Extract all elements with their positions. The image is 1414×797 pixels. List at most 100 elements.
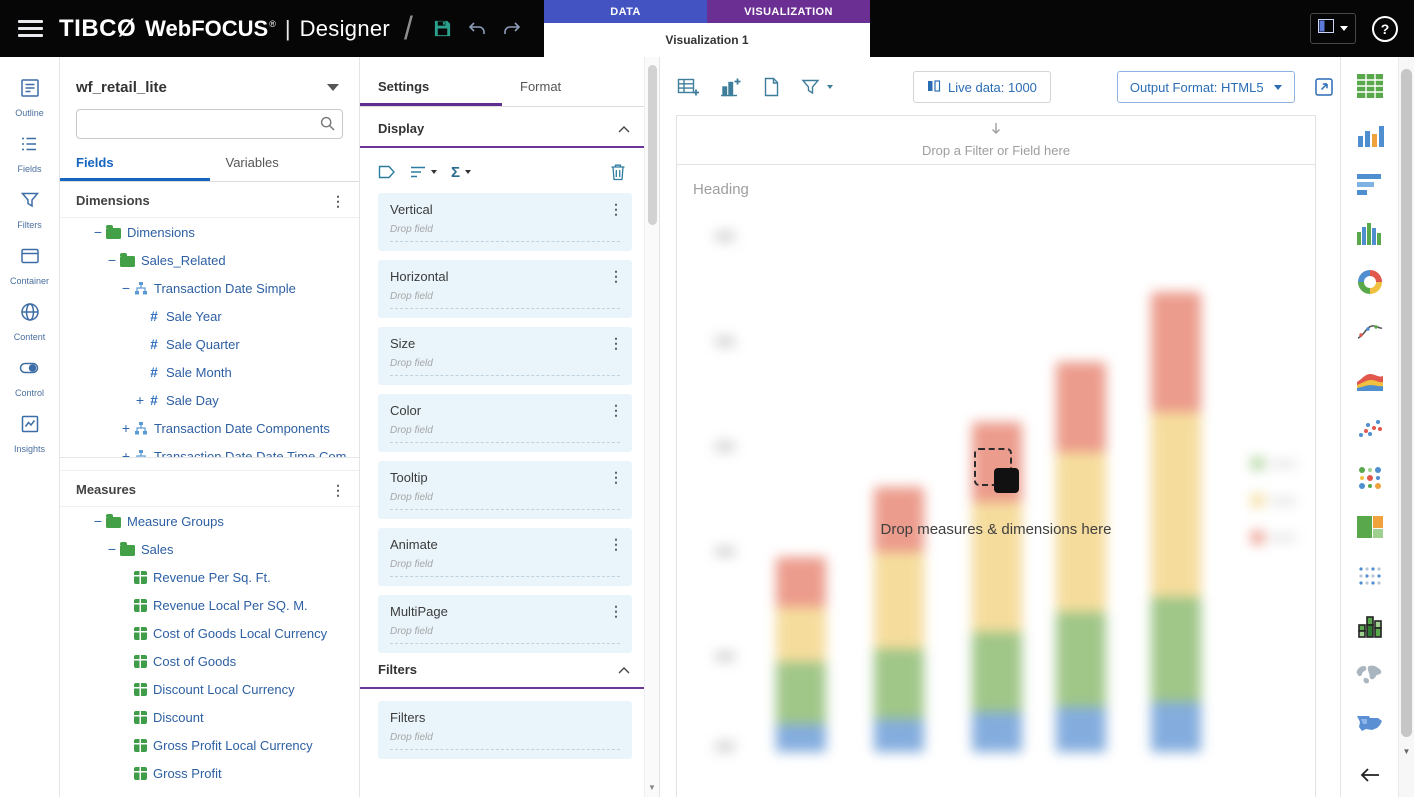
sidebar-item-insights[interactable]: Insights [14,413,45,454]
filter-dropdown-icon[interactable] [800,77,833,97]
hamburger-menu-icon[interactable] [18,16,43,41]
sidebar-item-control[interactable]: Control [15,357,44,398]
save-icon[interactable] [433,19,452,38]
tab-visualization[interactable]: VISUALIZATION [707,0,870,23]
tree-toggle[interactable]: + [118,420,134,436]
tree-toggle[interactable]: − [104,541,120,557]
sidebar-item-outline[interactable]: Outline [15,77,44,118]
bucket-horizontal[interactable]: Horizontal Drop field [378,260,632,318]
live-data-button[interactable]: Live data: 1000 [913,71,1051,103]
tree-toggle[interactable]: + [118,448,134,458]
tree-toggle[interactable]: − [90,513,106,529]
data-labels-icon[interactable] [378,164,396,180]
bucket-vertical[interactable]: Vertical Drop field [378,193,632,251]
tree-toggle[interactable]: + [132,392,148,408]
expand-icon[interactable] [1313,76,1335,98]
kebab-menu-icon[interactable] [609,537,623,551]
chart-type-column-icon[interactable] [1356,120,1384,150]
filter-drop-zone[interactable]: Drop a Filter or Field here [676,115,1316,165]
tree-item[interactable]: Discount [60,703,359,731]
chart-type-scatter-icon[interactable] [1357,414,1383,444]
chart-type-histogram-icon[interactable] [1356,218,1384,248]
chart-type-line-icon[interactable] [1356,316,1384,346]
chart-type-bubble-matrix-icon[interactable] [1357,463,1383,493]
aggregation-dropdown[interactable]: Σ [451,164,471,181]
bucket-drop-zone[interactable]: Drop field [390,492,620,510]
kebab-menu-icon[interactable] [331,194,345,208]
scrollbar-thumb[interactable] [648,65,657,225]
bucket-multipage[interactable]: MultiPage Drop field [378,595,632,653]
chart-type-donut-icon[interactable] [1358,267,1382,297]
bucket-color[interactable]: Color Drop field [378,394,632,452]
tree-item[interactable]: −Dimensions [60,218,359,246]
dataset-dropdown-caret[interactable] [327,84,339,91]
sidebar-item-content[interactable]: Content [14,301,46,342]
chart-canvas[interactable]: Heading Drop measures & dimensions h [676,164,1316,797]
tree-toggle[interactable]: − [90,224,106,240]
help-icon[interactable]: ? [1372,16,1398,42]
tree-toggle[interactable]: − [104,252,120,268]
collapse-rail-arrow-icon[interactable] [1360,768,1380,787]
tree-item[interactable]: +Transaction Date Components [60,414,359,442]
tree-item[interactable]: +#Sale Day [60,386,359,414]
tree-item[interactable]: Revenue Per Sq. Ft. [60,563,359,591]
kebab-menu-icon[interactable] [331,483,345,497]
chevron-up-icon[interactable] [618,121,630,136]
chart-type-region-map-icon[interactable] [1355,708,1385,738]
kebab-menu-icon[interactable] [609,269,623,283]
tab-fields[interactable]: Fields [60,151,210,181]
tree-item[interactable]: −Measure Groups [60,507,359,535]
settings-scrollbar[interactable] [644,57,659,797]
undo-icon[interactable] [467,20,487,38]
tree-item[interactable]: −Sales [60,535,359,563]
redo-icon[interactable] [502,20,522,38]
tree-item[interactable]: Revenue Local Per SQ. M. [60,591,359,619]
chart-type-treemap-icon[interactable] [1356,512,1384,542]
tab-settings[interactable]: Settings [360,75,502,106]
bucket-animate[interactable]: Animate Drop field [378,528,632,586]
tree-item[interactable]: −Sales_Related [60,246,359,274]
trash-icon[interactable] [610,163,626,181]
bucket-drop-zone[interactable]: Drop field [390,358,620,376]
chart-type-table-icon[interactable] [1356,71,1384,101]
tree-item[interactable]: +Transaction Date Date Time Com [60,442,359,458]
tree-item[interactable]: #Sale Month [60,358,359,386]
tree-item[interactable]: Discount Local Currency [60,675,359,703]
scrollbar-down-arrow[interactable] [1399,747,1414,756]
tab-data[interactable]: DATA [544,0,707,23]
chart-type-world-map-icon[interactable] [1355,659,1385,689]
tree-item[interactable]: Gross Profit [60,759,359,787]
display-section-header[interactable]: Display [360,121,644,148]
new-page-icon[interactable] [760,76,782,98]
bucket-filters[interactable]: Filters Drop field [378,701,632,759]
add-chart-icon[interactable] [718,76,742,98]
bucket-drop-zone[interactable]: Drop field [390,626,620,644]
tree-item[interactable]: #Sale Quarter [60,330,359,358]
add-data-grid-icon[interactable] [676,76,700,98]
bucket-drop-zone[interactable]: Drop field [390,425,620,443]
bucket-tooltip[interactable]: Tooltip Drop field [378,461,632,519]
tree-toggle[interactable]: − [118,280,134,296]
kebab-menu-icon[interactable] [609,202,623,216]
dataset-selector[interactable]: wf_retail_lite [76,79,167,96]
tab-format[interactable]: Format [502,75,644,106]
panel-layout-dropdown[interactable] [1310,13,1356,44]
chart-type-stacked-column-icon-selected[interactable] [1357,610,1383,640]
chart-type-horizontal-bar-icon[interactable] [1356,169,1384,199]
output-format-dropdown[interactable]: Output Format: HTML5 [1117,71,1295,103]
tree-item[interactable]: Cost of Goods Local Currency [60,619,359,647]
sort-options-dropdown[interactable] [410,165,437,179]
tree-item[interactable]: −Transaction Date Simple [60,274,359,302]
bucket-drop-zone[interactable]: Drop field [390,732,620,750]
chart-type-area-icon[interactable] [1356,365,1384,395]
sidebar-item-fields[interactable]: Fields [17,133,41,174]
tree-item[interactable]: Gross Profit Local Currency [60,731,359,759]
tree-item[interactable]: #Sale Year [60,302,359,330]
filters-section-header[interactable]: Filters [360,662,644,689]
chevron-up-icon[interactable] [618,662,630,677]
bucket-drop-zone[interactable]: Drop field [390,291,620,309]
scrollbar-down-arrow[interactable] [645,783,659,792]
bucket-size[interactable]: Size Drop field [378,327,632,385]
tab-variables[interactable]: Variables [210,151,360,181]
sidebar-item-filters[interactable]: Filters [17,189,42,230]
